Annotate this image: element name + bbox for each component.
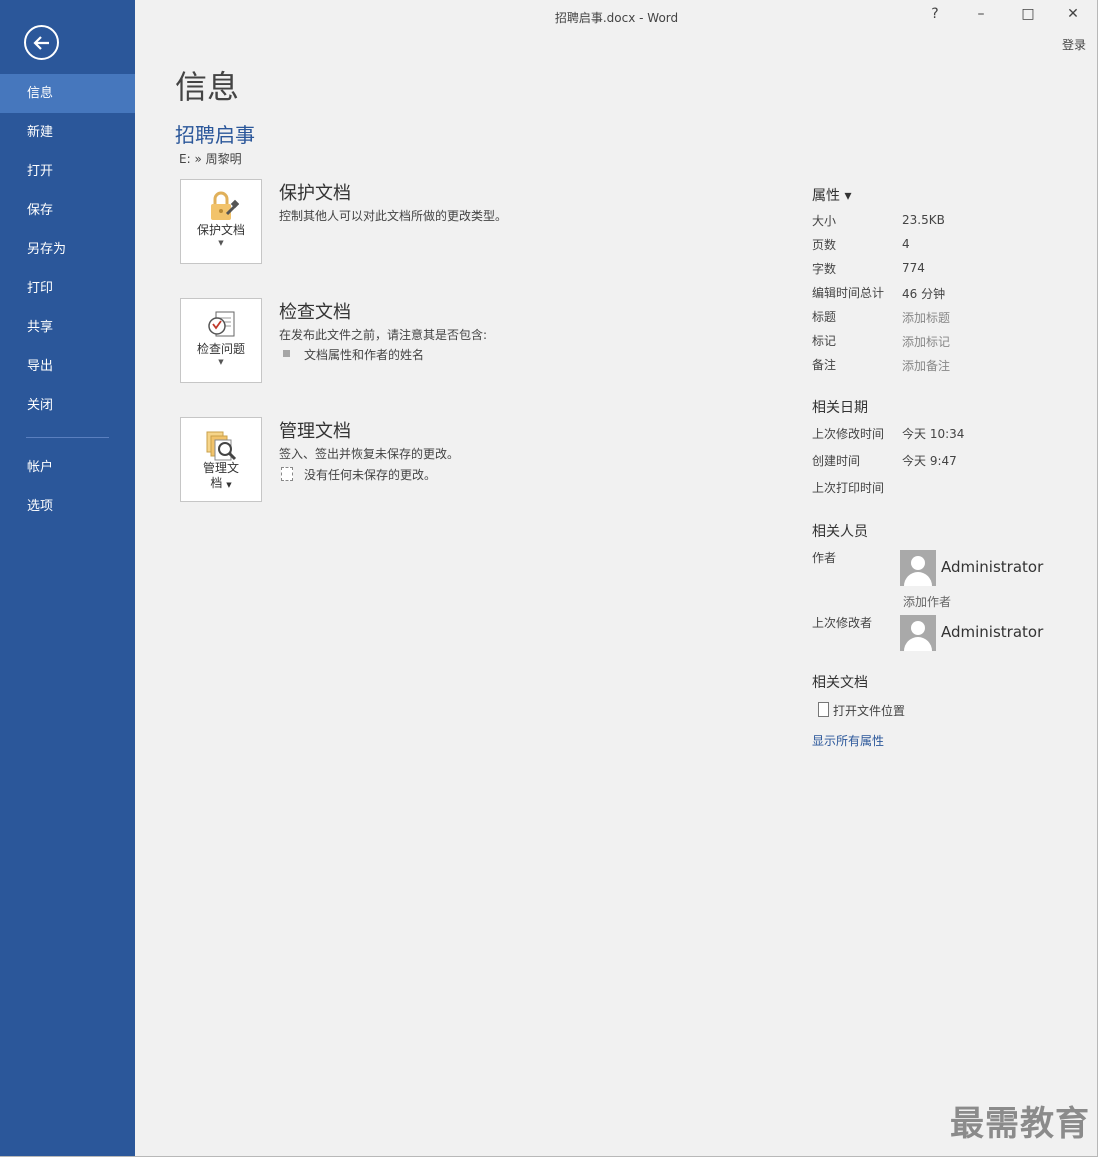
related-people-heading: 相关人员 xyxy=(812,524,868,540)
backstage-nav: 信息 新建 打开 保存 另存为 打印 共享 导出 关闭 帐户 选项 xyxy=(0,74,135,526)
author-key: 作者 xyxy=(812,551,837,565)
related-documents-heading: 相关文档 xyxy=(812,675,868,691)
nav-item-info[interactable]: 信息 xyxy=(0,74,135,113)
bullet-icon xyxy=(283,350,290,357)
prop-value-pages: 4 xyxy=(902,237,910,251)
protect-document-desc: 控制其他人可以对此文档所做的更改类型。 xyxy=(279,209,508,223)
related-dates-heading: 相关日期 xyxy=(812,400,868,416)
date-value-created: 今天 9:47 xyxy=(902,454,957,468)
prop-key-title: 标题 xyxy=(812,310,837,324)
minimize-button[interactable]: – xyxy=(969,6,993,22)
inspect-document-desc: 在发布此文件之前，请注意其是否包含: xyxy=(279,328,488,342)
prop-key-tags: 标记 xyxy=(812,334,837,348)
protect-document-title: 保护文档 xyxy=(279,183,351,204)
open-file-location-link[interactable]: 打开文件位置 xyxy=(833,702,905,719)
nav-item-open[interactable]: 打开 xyxy=(0,152,135,191)
back-arrow-icon[interactable] xyxy=(24,25,59,60)
manage-item-no-unsaved: 没有任何未保存的更改。 xyxy=(304,468,437,482)
manage-document-desc: 签入、签出并恢复未保存的更改。 xyxy=(279,447,460,461)
prop-value-words: 774 xyxy=(902,261,925,275)
add-author-link[interactable]: 添加作者 xyxy=(903,593,951,610)
last-modified-avatar[interactable] xyxy=(900,615,936,651)
date-key-printed: 上次打印时间 xyxy=(812,481,885,495)
date-key-created: 创建时间 xyxy=(812,454,861,468)
inspect-document-icon xyxy=(205,309,239,343)
manage-document-label-line1: 管理文 xyxy=(202,461,239,475)
nav-item-save[interactable]: 保存 xyxy=(0,191,135,230)
manage-document-title: 管理文档 xyxy=(279,421,351,442)
nav-item-account[interactable]: 帐户 xyxy=(0,448,135,487)
prop-value-size: 23.5KB xyxy=(902,213,945,227)
chevron-down-icon: ▼ xyxy=(226,481,232,489)
window-title: 招聘启事.docx - Word xyxy=(554,11,679,25)
watermark-logo: 最需教育 xyxy=(950,1104,1090,1144)
check-issues-label: 检查问题 xyxy=(196,342,245,356)
last-modified-by-key: 上次修改者 xyxy=(812,616,873,630)
document-path[interactable]: E: » 周黎明 xyxy=(179,150,242,167)
nav-item-save-as[interactable]: 另存为 xyxy=(0,230,135,269)
manage-versions-icon xyxy=(205,428,239,462)
inspect-item-properties: 文档属性和作者的姓名 xyxy=(304,348,425,362)
document-title: 招聘启事 xyxy=(175,123,255,147)
protect-document-label: 保护文档 xyxy=(196,223,245,237)
chevron-down-icon: ▼ xyxy=(218,239,224,247)
backstage-sidebar: 信息 新建 打开 保存 另存为 打印 共享 导出 关闭 帐户 选项 xyxy=(0,0,135,1157)
author-name[interactable]: Administrator xyxy=(941,558,1043,576)
page-title: 信息 xyxy=(175,68,240,106)
nav-item-close[interactable]: 关闭 xyxy=(0,386,135,425)
manage-document-button[interactable]: 管理文档 ▼ xyxy=(180,417,262,502)
prop-key-size: 大小 xyxy=(812,214,837,228)
nav-item-share[interactable]: 共享 xyxy=(0,308,135,347)
date-key-modified: 上次修改时间 xyxy=(812,427,885,441)
nav-item-options[interactable]: 选项 xyxy=(0,487,135,526)
prop-key-comments: 备注 xyxy=(812,358,837,372)
lock-key-icon xyxy=(205,190,240,224)
help-button[interactable]: ? xyxy=(923,6,947,22)
nav-item-new[interactable]: 新建 xyxy=(0,113,135,152)
unsaved-document-icon xyxy=(281,467,293,481)
chevron-down-icon: ▼ xyxy=(218,358,224,366)
nav-divider xyxy=(26,437,109,438)
prop-key-words: 字数 xyxy=(812,262,837,276)
prop-tags-field[interactable]: 添加标记 xyxy=(902,333,950,350)
prop-key-pages: 页数 xyxy=(812,238,837,252)
show-all-properties-link[interactable]: 显示所有属性 xyxy=(812,732,884,749)
nav-item-print[interactable]: 打印 xyxy=(0,269,135,308)
inspect-document-title: 检查文档 xyxy=(279,302,351,323)
check-issues-button[interactable]: 检查问题 ▼ xyxy=(180,298,262,383)
close-button[interactable]: ✕ xyxy=(1061,6,1085,22)
properties-dropdown[interactable]: 属性 ▾ xyxy=(812,185,851,205)
protect-document-button[interactable]: 保护文档 ▼ xyxy=(180,179,262,264)
maximize-button[interactable]: □ xyxy=(1016,6,1040,22)
prop-value-edit-time: 46 分钟 xyxy=(902,287,946,301)
date-value-modified: 今天 10:34 xyxy=(902,427,965,441)
nav-item-export[interactable]: 导出 xyxy=(0,347,135,386)
prop-comments-field[interactable]: 添加备注 xyxy=(902,357,950,374)
author-avatar[interactable] xyxy=(900,550,936,586)
prop-key-edit-time: 编辑时间总计 xyxy=(812,286,885,300)
file-icon xyxy=(818,702,829,717)
login-link[interactable]: 登录 xyxy=(1062,36,1086,53)
manage-document-label-line2: 档 xyxy=(210,476,223,490)
prop-title-field[interactable]: 添加标题 xyxy=(902,309,950,326)
last-modified-name[interactable]: Administrator xyxy=(941,623,1043,641)
